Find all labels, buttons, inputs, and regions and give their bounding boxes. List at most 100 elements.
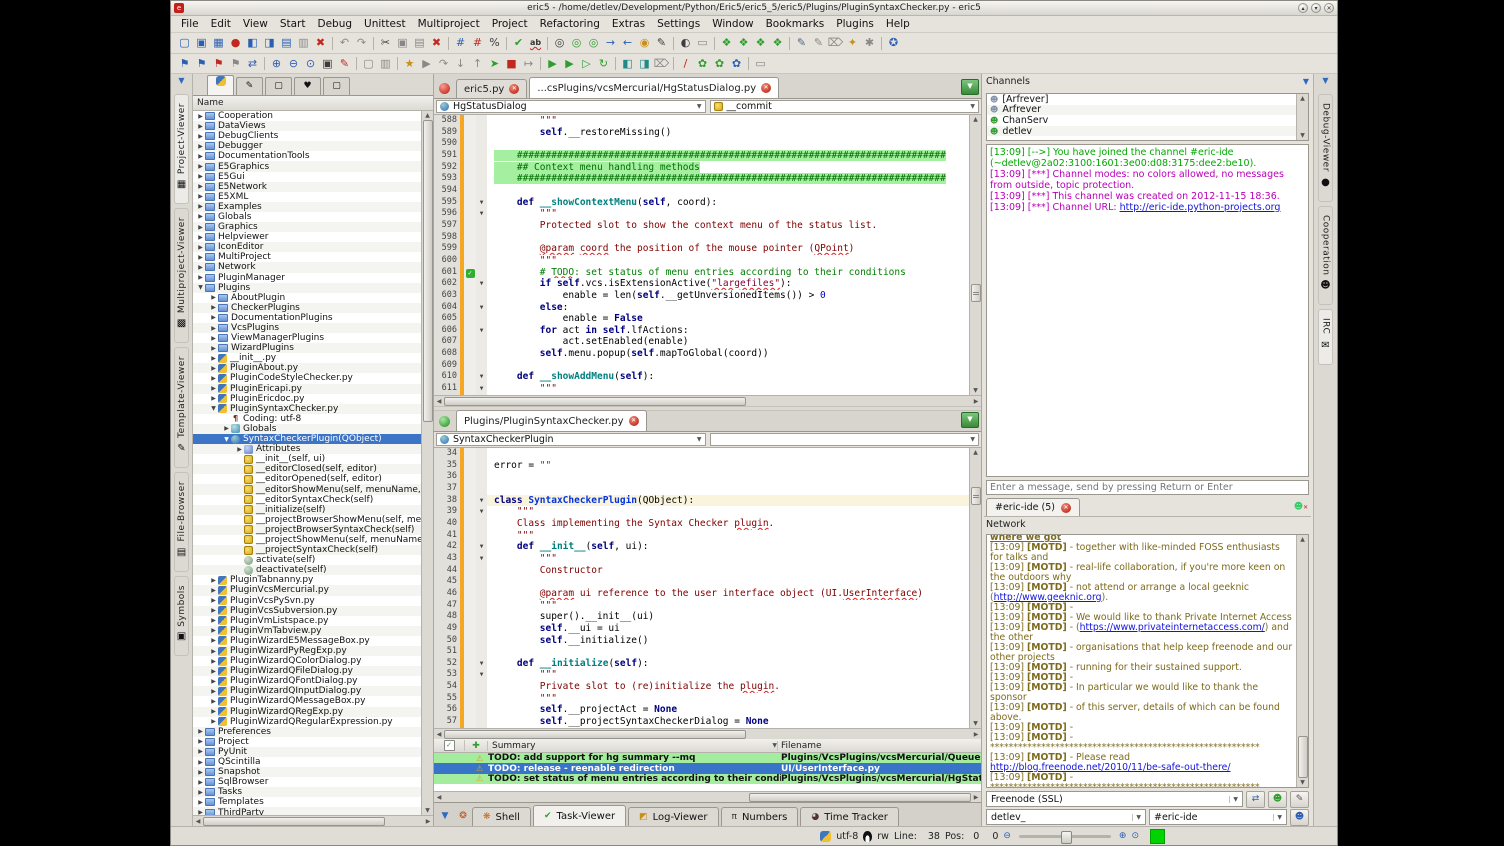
- goto-line-icon[interactable]: #: [452, 35, 469, 51]
- zoom-slider[interactable]: [1019, 835, 1111, 838]
- run-project-icon[interactable]: ▷: [578, 56, 595, 72]
- tree-item[interactable]: ▼Plugins: [193, 283, 421, 293]
- scroll-up-icon[interactable]: ▲: [971, 115, 981, 124]
- scroll-down-icon[interactable]: ▼: [971, 386, 981, 395]
- expand-icon[interactable]: ▶: [209, 617, 218, 624]
- scroll-down-icon[interactable]: ▼: [423, 806, 433, 815]
- tree-item[interactable]: ▼SyntaxCheckerPlugin(QObject): [193, 434, 421, 444]
- tree-item[interactable]: ▶DocumentationTools: [193, 151, 421, 161]
- tree-item[interactable]: ▶DataViews: [193, 121, 421, 131]
- sidebar-tab-irc[interactable]: IRC✉: [1318, 309, 1333, 364]
- expand-icon[interactable]: ▶: [209, 385, 218, 392]
- draw-icon[interactable]: ✎: [793, 35, 810, 51]
- task-row[interactable]: ⚠TODO: release - reenable redirectionUI/…: [434, 763, 981, 773]
- join-channel-icon[interactable]: ☻☻: [1290, 809, 1309, 826]
- scroll-thumb[interactable]: [444, 730, 746, 739]
- fold-collapse-icon[interactable]: ▼: [476, 208, 487, 220]
- editor2-tab-list-icon[interactable]: ▼: [961, 412, 979, 428]
- expand-icon[interactable]: ▶: [196, 234, 205, 241]
- run-to-line-icon[interactable]: ↦: [520, 56, 537, 72]
- expand-icon[interactable]: ▶: [196, 244, 205, 251]
- menu-unittest[interactable]: Unittest: [358, 16, 412, 32]
- scroll-down-icon[interactable]: ▼: [1298, 131, 1308, 140]
- tree-item[interactable]: ▶PluginWizardQRegularExpression.py: [193, 717, 421, 727]
- task-row[interactable]: ⚠TODO: add support for hg summary --mqPl…: [434, 753, 981, 763]
- menu-window[interactable]: Window: [706, 16, 759, 32]
- expand-icon[interactable]: ▶: [209, 314, 218, 321]
- fold-collapse-icon[interactable]: ▼: [476, 278, 487, 290]
- expand-icon[interactable]: ▶: [209, 597, 218, 604]
- tree-scrollbar[interactable]: ▲ ▼: [421, 111, 433, 815]
- tree-header[interactable]: Name: [193, 96, 433, 111]
- expand-icon[interactable]: ▶: [209, 325, 218, 332]
- scroll-right-icon[interactable]: ▶: [971, 730, 981, 739]
- start-icon[interactable]: ★: [401, 56, 418, 72]
- tree-item[interactable]: ▶DebugClients: [193, 131, 421, 141]
- task-hscrollbar[interactable]: ◀ ▶: [434, 791, 981, 802]
- editor2-class-combo[interactable]: SyntaxCheckerPlugin▼: [436, 433, 706, 446]
- step-out-icon[interactable]: ↑: [469, 56, 486, 72]
- delete-icon[interactable]: ✖: [428, 35, 445, 51]
- scroll-right-icon[interactable]: ▶: [423, 817, 433, 826]
- menu-plugins[interactable]: Plugins: [830, 16, 880, 32]
- expand-icon[interactable]: ▼: [209, 405, 218, 412]
- tree-item[interactable]: ▶Preferences: [193, 727, 421, 737]
- zoom-out-icon[interactable]: ⊖: [285, 56, 302, 72]
- filter-icon[interactable]: ▼: [174, 76, 189, 90]
- settings-icon[interactable]: ✱: [861, 35, 878, 51]
- scroll-left-icon[interactable]: ◀: [434, 793, 444, 802]
- tree-item[interactable]: ▶PluginWizardPyRegExp.py: [193, 646, 421, 656]
- viewmanager-icon[interactable]: ▭: [752, 56, 769, 72]
- tree-item[interactable]: ▶AboutPlugin: [193, 293, 421, 303]
- paste-icon[interactable]: ▤: [411, 35, 428, 51]
- menu-debug[interactable]: Debug: [312, 16, 359, 32]
- network-dock-header[interactable]: Network: [984, 517, 1311, 532]
- expand-icon[interactable]: ▶: [209, 648, 218, 655]
- expand-icon[interactable]: ▶: [196, 163, 205, 170]
- expand-icon[interactable]: ▶: [196, 153, 205, 160]
- tree-item[interactable]: ▶WizardPlugins: [193, 343, 421, 353]
- close-icon[interactable]: ✕: [629, 416, 639, 426]
- tree-item[interactable]: ¶Coding: utf-8: [193, 414, 421, 424]
- close-icon[interactable]: ●: [227, 35, 244, 51]
- tree-item[interactable]: ▶IconEditor: [193, 242, 421, 252]
- bookmark-clear-icon[interactable]: ⚑: [227, 56, 244, 72]
- scroll-thumb[interactable]: [1298, 736, 1308, 778]
- tree-item[interactable]: ▶Globals: [193, 212, 421, 222]
- tree-item[interactable]: ▶Cooperation: [193, 111, 421, 121]
- menu-refactoring[interactable]: Refactoring: [534, 16, 606, 32]
- open-icon[interactable]: ▣: [193, 35, 210, 51]
- tree-item[interactable]: ▶Tasks: [193, 787, 421, 797]
- goto-brace-icon[interactable]: #: [469, 35, 486, 51]
- fold-collapse-icon[interactable]: ▼: [476, 541, 487, 553]
- tree-item[interactable]: ▶PluginVmListspace.py: [193, 616, 421, 626]
- undo-icon[interactable]: ↶: [336, 35, 353, 51]
- expand-icon[interactable]: ▶: [196, 769, 205, 776]
- channels-dock-header[interactable]: Channels ▼: [984, 74, 1311, 89]
- tree-item[interactable]: ▶Globals: [193, 424, 421, 434]
- tree-item[interactable]: ▶PluginTabnanny.py: [193, 575, 421, 585]
- cut-icon[interactable]: ✂: [377, 35, 394, 51]
- shade-button[interactable]: ▴: [1298, 3, 1308, 13]
- new-icon[interactable]: ▢: [176, 35, 193, 51]
- language-python-icon[interactable]: [820, 831, 831, 842]
- tree-item[interactable]: ▶PluginManager: [193, 273, 421, 283]
- tree-item[interactable]: ▶MultiProject: [193, 252, 421, 262]
- tree-item[interactable]: ▼PluginSyntaxChecker.py: [193, 404, 421, 414]
- tree-item[interactable]: ▶E5Network: [193, 182, 421, 192]
- tree-item[interactable]: ▶PluginWizardQColorDialog.py: [193, 656, 421, 666]
- tree-item[interactable]: __editorClosed(self, editor): [193, 464, 421, 474]
- tree-item[interactable]: ▶Graphics: [193, 222, 421, 232]
- replace-icon[interactable]: ✎: [653, 35, 670, 51]
- goto-forward-icon[interactable]: →: [602, 35, 619, 51]
- bookmark-toggle-icon[interactable]: ⚑: [176, 56, 193, 72]
- zoom-slider-thumb[interactable]: [1061, 831, 1072, 844]
- expand-icon[interactable]: ▶: [209, 718, 218, 725]
- close-icon[interactable]: ✕: [1061, 503, 1071, 513]
- tab-time-tracker[interactable]: ◕Time Tracker: [800, 807, 899, 826]
- scroll-left-icon[interactable]: ◀: [434, 730, 444, 739]
- tree-item[interactable]: ▶PluginWizardQFileDialog.py: [193, 666, 421, 676]
- leave-channel-icon[interactable]: ☻✕: [1293, 502, 1309, 516]
- bug-fix-icon[interactable]: ✿: [711, 56, 728, 72]
- task-summary-column[interactable]: Summary▼: [488, 741, 778, 751]
